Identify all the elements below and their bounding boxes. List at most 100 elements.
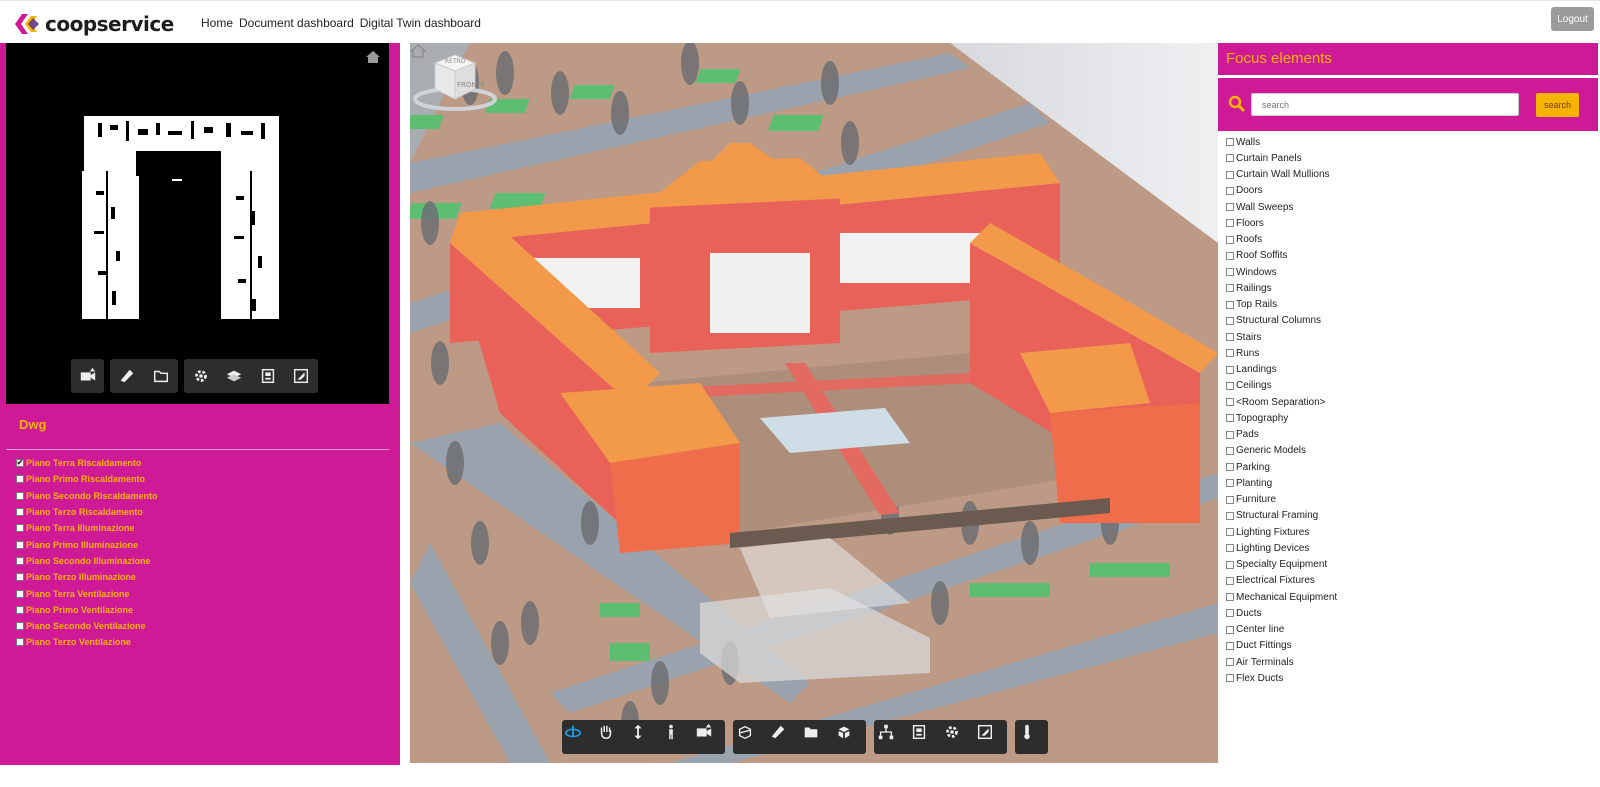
- list-item[interactable]: Mechanical Equipment: [1226, 589, 1337, 605]
- list-item[interactable]: Doors: [1226, 183, 1337, 199]
- list-item[interactable]: Air Terminals: [1226, 654, 1337, 670]
- list-item[interactable]: Curtain Panels: [1226, 150, 1337, 166]
- search-input[interactable]: [1251, 93, 1519, 116]
- list-item[interactable]: Piano Terzo Illuminazione: [16, 569, 158, 585]
- checkbox[interactable]: [1226, 398, 1234, 407]
- list-item[interactable]: Piano Terra Illuminazione: [16, 520, 158, 536]
- list-item[interactable]: Lighting Fixtures: [1226, 524, 1337, 540]
- list-item[interactable]: Flex Ducts: [1226, 670, 1337, 686]
- list-item[interactable]: Railings: [1226, 280, 1337, 296]
- checkbox[interactable]: [16, 475, 24, 484]
- checkbox[interactable]: [16, 622, 24, 631]
- coopservice-logo[interactable]: coopservice: [13, 12, 174, 36]
- settings-icon[interactable]: [943, 723, 971, 751]
- list-item[interactable]: Piano Secondo Illuminazione: [16, 553, 158, 569]
- list-item[interactable]: Pads: [1226, 427, 1337, 443]
- checkbox[interactable]: [1226, 170, 1234, 179]
- checkbox[interactable]: [1226, 268, 1234, 277]
- checkbox[interactable]: [1226, 625, 1234, 634]
- camera-icon[interactable]: [74, 362, 102, 390]
- list-item[interactable]: Planting: [1226, 475, 1337, 491]
- list-item[interactable]: Lighting Devices: [1226, 540, 1337, 556]
- layers-icon[interactable]: [220, 362, 248, 390]
- checkbox[interactable]: [1226, 576, 1234, 585]
- list-item[interactable]: Ceilings: [1226, 378, 1337, 394]
- search-button[interactable]: search: [1536, 93, 1579, 117]
- view-cube[interactable]: RETRO FRONTE: [410, 43, 500, 113]
- folder-icon[interactable]: [147, 362, 175, 390]
- list-item[interactable]: <Room Separation>: [1226, 394, 1337, 410]
- checkbox[interactable]: [1226, 446, 1234, 455]
- list-item[interactable]: Piano Primo Riscaldamento: [16, 471, 158, 487]
- model-browser-icon[interactable]: [877, 723, 905, 751]
- measure-icon[interactable]: [769, 723, 797, 751]
- checkbox[interactable]: [1226, 641, 1234, 650]
- checkbox[interactable]: [1226, 203, 1234, 212]
- properties-icon[interactable]: [910, 723, 938, 751]
- list-item[interactable]: Structural Framing: [1226, 508, 1337, 524]
- checkbox[interactable]: [1226, 511, 1234, 520]
- checkbox[interactable]: [1226, 219, 1234, 228]
- checkbox[interactable]: [16, 638, 24, 647]
- checkbox[interactable]: [1226, 463, 1234, 472]
- checkbox[interactable]: [1226, 349, 1234, 358]
- list-item[interactable]: Piano Secondo Riscaldamento: [16, 488, 158, 504]
- list-item[interactable]: Furniture: [1226, 492, 1337, 508]
- checkbox[interactable]: [1226, 251, 1234, 260]
- list-item[interactable]: Piano Primo Ventilazione: [16, 602, 158, 618]
- list-item[interactable]: Roofs: [1226, 232, 1337, 248]
- list-item[interactable]: Curtain Wall Mullions: [1226, 167, 1337, 183]
- folder-icon[interactable]: [802, 723, 830, 751]
- checkbox[interactable]: [16, 589, 24, 598]
- list-item[interactable]: Piano Terra Ventilazione: [16, 585, 158, 601]
- list-item[interactable]: Floors: [1226, 215, 1337, 231]
- checkbox[interactable]: [16, 605, 24, 614]
- properties-icon[interactable]: [254, 362, 282, 390]
- logout-button[interactable]: Logout: [1551, 7, 1594, 31]
- settings-icon[interactable]: [187, 362, 215, 390]
- list-item[interactable]: Runs: [1226, 345, 1337, 361]
- list-item[interactable]: Topography: [1226, 410, 1337, 426]
- list-item[interactable]: Specialty Equipment: [1226, 557, 1337, 573]
- checkbox[interactable]: [1226, 316, 1234, 325]
- checkbox[interactable]: [16, 540, 24, 549]
- list-item[interactable]: Duct Fittings: [1226, 638, 1337, 654]
- list-item[interactable]: Piano Secondo Ventilazione: [16, 618, 158, 634]
- fullscreen-icon[interactable]: [287, 362, 315, 390]
- measure-icon[interactable]: [113, 362, 141, 390]
- checkbox[interactable]: [1226, 333, 1234, 342]
- checkbox[interactable]: [1226, 381, 1234, 390]
- zoom-icon[interactable]: [629, 723, 657, 751]
- list-item[interactable]: Wall Sweeps: [1226, 199, 1337, 215]
- sensor-icon[interactable]: [1018, 723, 1046, 751]
- checkbox[interactable]: [1226, 430, 1234, 439]
- checkbox[interactable]: [16, 573, 24, 582]
- checkbox[interactable]: [16, 508, 24, 517]
- checkbox[interactable]: ✔: [16, 459, 24, 468]
- checkbox[interactable]: [16, 556, 24, 565]
- checkbox[interactable]: [1226, 300, 1234, 309]
- checkbox[interactable]: [1226, 560, 1234, 569]
- list-item[interactable]: Center line: [1226, 622, 1337, 638]
- list-item[interactable]: Roof Soffits: [1226, 248, 1337, 264]
- pan-icon[interactable]: [597, 723, 625, 751]
- nav-document-dashboard[interactable]: Document dashboard: [239, 16, 354, 30]
- list-item[interactable]: Windows: [1226, 264, 1337, 280]
- list-item[interactable]: Top Rails: [1226, 297, 1337, 313]
- explode-icon[interactable]: [835, 723, 863, 751]
- list-item[interactable]: Ducts: [1226, 605, 1337, 621]
- list-item[interactable]: Walls: [1226, 134, 1337, 150]
- list-item[interactable]: ✔ Piano Terra Riscaldamento: [16, 455, 158, 471]
- dwg-viewer[interactable]: [6, 43, 389, 404]
- nav-digital-twin-dashboard[interactable]: Digital Twin dashboard: [360, 16, 481, 30]
- checkbox[interactable]: [1226, 609, 1234, 618]
- home-icon[interactable]: [365, 49, 381, 65]
- list-item[interactable]: Stairs: [1226, 329, 1337, 345]
- checkbox[interactable]: [1226, 674, 1234, 683]
- bim-3d-viewer[interactable]: RETRO FRONTE: [410, 43, 1218, 763]
- list-item[interactable]: Generic Models: [1226, 443, 1337, 459]
- checkbox[interactable]: [1226, 593, 1234, 602]
- checkbox[interactable]: [1226, 186, 1234, 195]
- checkbox[interactable]: [16, 524, 24, 533]
- list-item[interactable]: Electrical Fixtures: [1226, 573, 1337, 589]
